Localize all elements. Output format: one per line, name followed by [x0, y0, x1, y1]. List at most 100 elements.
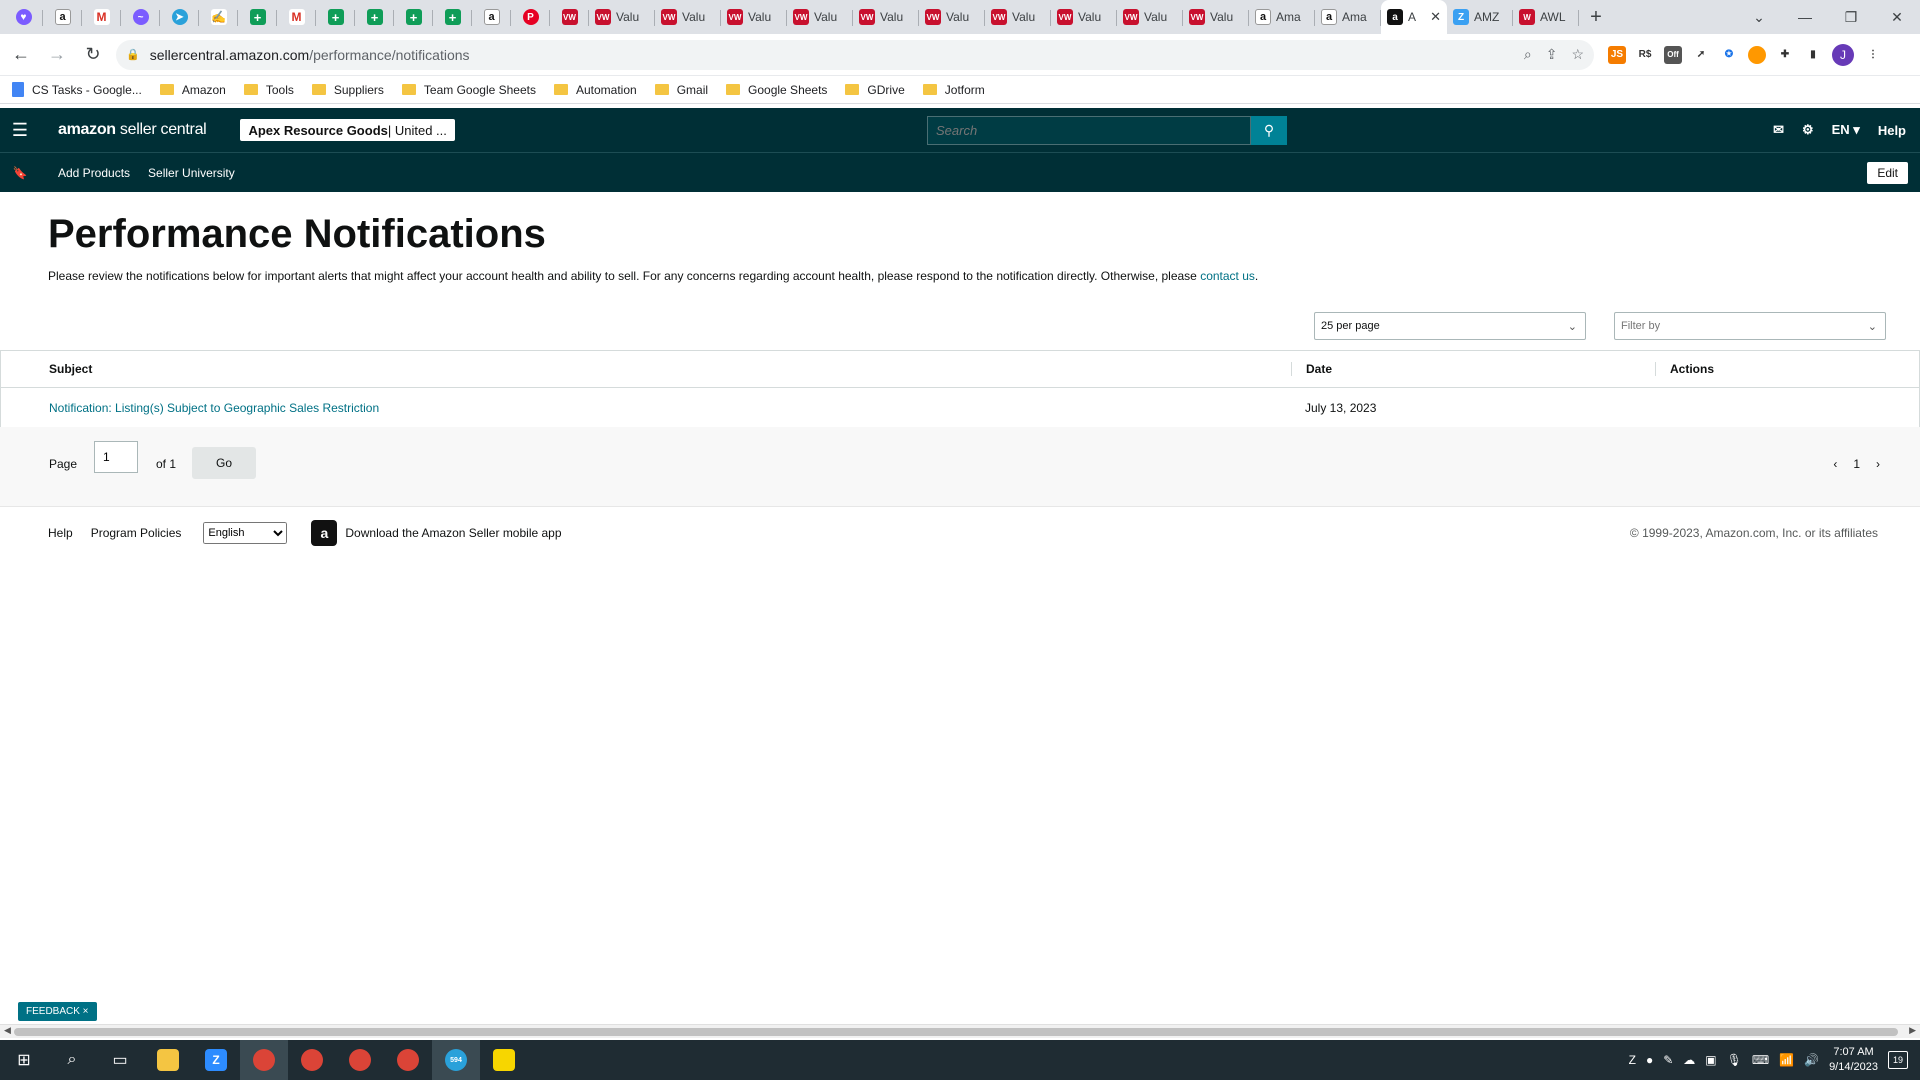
zoom-tray-icon[interactable]: Z [1629, 1053, 1636, 1067]
zoom-app-icon[interactable]: Z [192, 1040, 240, 1080]
browser-tab[interactable]: + [238, 0, 277, 34]
edit-button[interactable]: Edit [1867, 161, 1908, 184]
browser-tab[interactable]: VW Valu [919, 0, 985, 34]
cursor-extension-icon[interactable]: ➚ [1692, 46, 1710, 64]
search-taskbar-icon[interactable]: ⌕ [48, 1040, 96, 1080]
footer-language-select[interactable]: English [203, 522, 288, 544]
js-extension-icon[interactable]: JS [1608, 45, 1626, 64]
nav-link-add-products[interactable]: Add Products [58, 166, 130, 180]
browser-tab[interactable]: M [82, 0, 121, 34]
page-number-input[interactable] [94, 441, 138, 473]
puzzle-icon[interactable]: ✚ [1776, 46, 1794, 64]
bookmark-item[interactable]: GDrive [845, 83, 905, 97]
browser-tab[interactable]: ~ [121, 0, 160, 34]
wifi-icon[interactable]: 📶 [1779, 1053, 1794, 1067]
off-extension-icon[interactable]: Off [1664, 45, 1682, 64]
amazon-app-icon[interactable]: a [311, 520, 338, 546]
cloud-icon[interactable]: ☁ [1683, 1053, 1695, 1067]
browser-tab[interactable]: VW Valu [589, 0, 655, 34]
bookmark-item[interactable]: Amazon [159, 83, 226, 97]
browser-tab[interactable]: a Ama [1315, 0, 1381, 34]
bookmark-item[interactable]: Suppliers [311, 83, 384, 97]
browser-tab[interactable]: VW [550, 0, 589, 34]
file-explorer-icon[interactable] [144, 1040, 192, 1080]
column-subject[interactable]: Subject [1, 362, 1291, 376]
address-bar[interactable]: 🔒 sellercentral.amazon.com/performance/n… [116, 39, 1594, 70]
browser-tab[interactable]: a Ama [1249, 0, 1315, 34]
per-page-select[interactable]: 25 per page ⌄ [1314, 312, 1586, 340]
scroll-right-icon[interactable]: ▶ [1909, 1025, 1916, 1036]
browser-tab[interactable]: a [43, 0, 82, 34]
browser-tab[interactable]: ♥ [4, 0, 43, 34]
browser-tab[interactable]: a [472, 0, 511, 34]
restore-button[interactable]: ❐ [1828, 0, 1874, 34]
bookmark-item[interactable]: Gmail [654, 83, 708, 97]
sidepanel-icon[interactable]: ▮ [1804, 46, 1822, 64]
browser-tab[interactable]: W AWL [1513, 0, 1579, 34]
browser-tab[interactable]: VW Valu [1117, 0, 1183, 34]
task-view-icon[interactable]: ▭ [96, 1040, 144, 1080]
current-page[interactable]: 1 [1853, 457, 1860, 471]
search-input[interactable] [927, 116, 1251, 145]
reload-button[interactable]: ↻ [78, 40, 108, 70]
chrome-icon[interactable] [336, 1040, 384, 1080]
circle-extension-icon[interactable]: ✪ [1720, 46, 1738, 64]
nvidia-icon[interactable]: ▣ [1705, 1053, 1716, 1067]
browser-tab[interactable]: ✍ [199, 0, 238, 34]
windows-start-icon[interactable]: ⊞ [0, 1040, 48, 1080]
menu-dots-icon[interactable]: ⋮ [1864, 46, 1882, 64]
go-button[interactable]: Go [192, 447, 256, 479]
bookmark-item[interactable]: Team Google Sheets [401, 83, 536, 97]
browser-tab[interactable]: + [394, 0, 433, 34]
search-button[interactable]: ⚲ [1251, 116, 1287, 145]
zoom-icon[interactable]: ⌕ [1524, 46, 1532, 63]
browser-tab[interactable]: VW Valu [853, 0, 919, 34]
system-clock[interactable]: 7:07 AM 9/14/2023 [1829, 1045, 1878, 1075]
gear-icon[interactable]: ⚙ [1802, 122, 1814, 138]
filter-select[interactable]: Filter by ⌄ [1614, 312, 1886, 340]
tab-search-icon[interactable]: ⌄ [1736, 0, 1782, 34]
mail-icon[interactable]: ✉ [1773, 122, 1784, 138]
download-app-link[interactable]: Download the Amazon Seller mobile app [345, 526, 561, 540]
browser-tab[interactable]: VW Valu [1183, 0, 1249, 34]
orange-extension-icon[interactable] [1748, 45, 1766, 64]
browser-tab[interactable]: VW Valu [655, 0, 721, 34]
sticky-notes-icon[interactable] [480, 1040, 528, 1080]
telegram-taskbar-icon[interactable]: 594 [432, 1040, 480, 1080]
mic-icon[interactable]: 🎙 [1727, 1053, 1742, 1067]
horizontal-scrollbar[interactable]: ◀ ▶ [0, 1024, 1920, 1038]
minimize-button[interactable]: — [1782, 0, 1828, 34]
bookmark-item[interactable]: Google Sheets [726, 83, 827, 97]
browser-tab[interactable]: a A ✕ [1381, 0, 1447, 34]
seller-central-logo[interactable]: amazon seller central [58, 121, 207, 139]
browser-tab[interactable]: VW Valu [721, 0, 787, 34]
footer-help-link[interactable]: Help [48, 526, 73, 540]
browser-tab[interactable]: P [511, 0, 550, 34]
browser-tab[interactable]: + [433, 0, 472, 34]
browser-tab[interactable]: VW Valu [787, 0, 853, 34]
browser-tab[interactable]: VW Valu [1051, 0, 1117, 34]
scroll-left-icon[interactable]: ◀ [4, 1025, 11, 1036]
column-date[interactable]: Date [1291, 362, 1655, 376]
star-icon[interactable]: ☆ [1571, 46, 1584, 63]
chrome-tray-icon[interactable]: ● [1646, 1053, 1653, 1067]
bookmark-item[interactable]: Automation [553, 83, 637, 97]
notification-link[interactable]: Notification: Listing(s) Subject to Geog… [49, 401, 379, 415]
browser-tab[interactable]: ➤ [160, 0, 199, 34]
new-tab-button[interactable]: + [1579, 0, 1613, 34]
scrollbar-thumb[interactable] [14, 1028, 1898, 1036]
footer-program-policies-link[interactable]: Program Policies [91, 526, 182, 540]
store-switcher[interactable]: Apex Resource Goods | United ... [240, 119, 455, 141]
chrome-icon[interactable] [288, 1040, 336, 1080]
next-page-icon[interactable]: › [1876, 457, 1880, 471]
browser-tab[interactable]: Z AMZ [1447, 0, 1513, 34]
share-icon[interactable]: ⇪ [1546, 46, 1558, 63]
rs-extension-icon[interactable]: R$ [1636, 46, 1654, 64]
bookmark-item[interactable]: Jotform [922, 83, 985, 97]
nav-link-seller-university[interactable]: Seller University [148, 166, 235, 180]
browser-tab[interactable]: VW Valu [985, 0, 1051, 34]
forward-button[interactable]: → [42, 40, 72, 70]
hamburger-menu-icon[interactable]: ☰ [0, 120, 40, 141]
bookmark-item[interactable]: CS Tasks - Google... [12, 82, 142, 97]
browser-tab[interactable]: + [316, 0, 355, 34]
